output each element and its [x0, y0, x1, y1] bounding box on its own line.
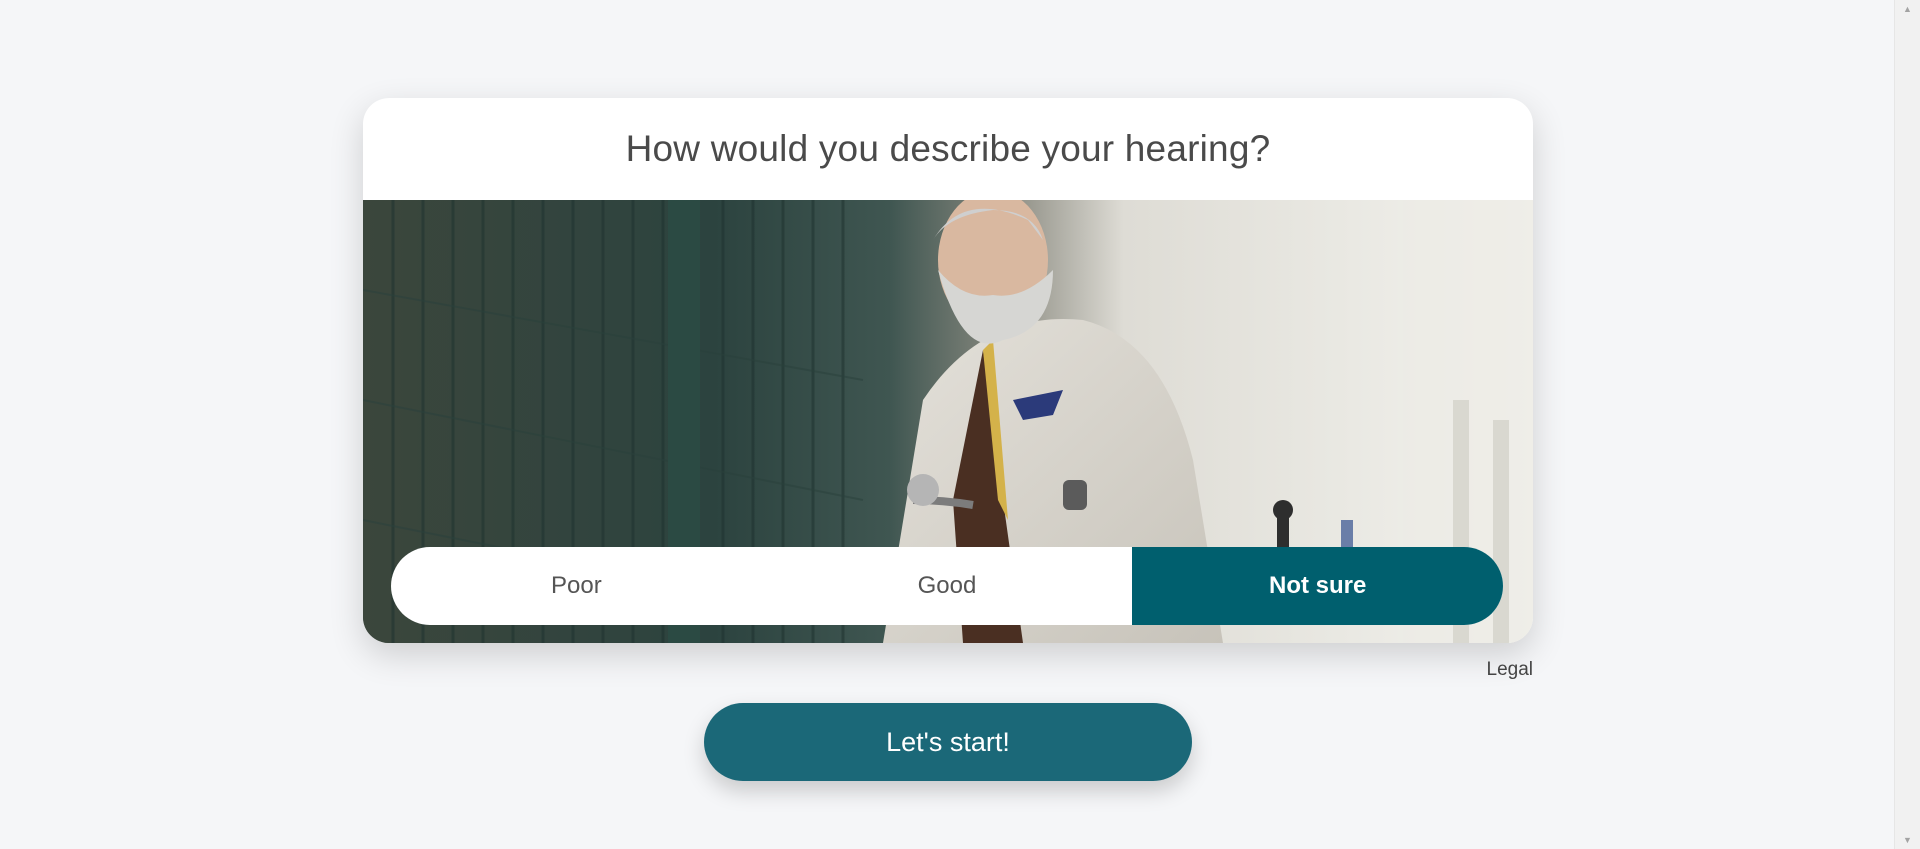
page: How would you describe your hearing? Poo… [0, 0, 1920, 849]
start-button[interactable]: Let's start! [704, 703, 1192, 781]
option-good[interactable]: Good [762, 547, 1133, 625]
legal-link[interactable]: Legal [1470, 659, 1534, 681]
option-not-sure[interactable]: Not sure [1132, 547, 1503, 625]
arrow-up-icon[interactable]: ▲ [1895, 0, 1920, 18]
question-title: How would you describe your hearing? [625, 128, 1271, 169]
answer-options: Poor Good Not sure [391, 547, 1503, 625]
arrow-down-icon[interactable]: ▼ [1895, 831, 1920, 849]
option-poor[interactable]: Poor [391, 547, 762, 625]
scrollbar[interactable]: ▲ ▼ [1894, 0, 1920, 849]
question-card: How would you describe your hearing? Poo… [363, 98, 1533, 643]
